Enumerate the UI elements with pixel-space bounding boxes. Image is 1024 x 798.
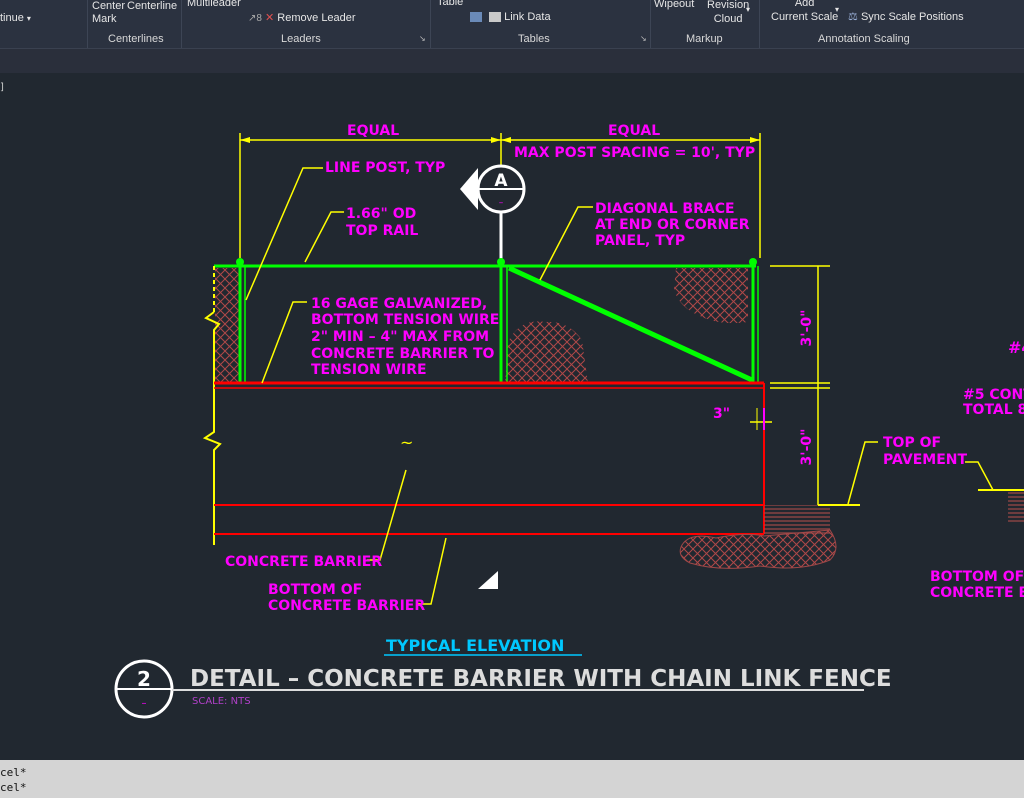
leader-tilde: ~ [400, 433, 413, 452]
leader-concrete-barrier [367, 469, 407, 561]
section-marker-sheet: – [499, 198, 504, 208]
leader-top-rail [304, 211, 344, 263]
viewport-bracket: ] [0, 82, 4, 93]
leader-tension-wire [261, 301, 307, 384]
chevron-down-icon: ▾ [26, 14, 31, 23]
center-mark-button[interactable]: Center Mark [92, 0, 125, 26]
continue-button[interactable]: tinue ▾ [0, 12, 31, 24]
chevron-down-icon[interactable]: ▾ [835, 5, 839, 14]
post-cap [749, 258, 757, 266]
top-rail-text-1: 1.66" OD [346, 206, 416, 222]
mesh-hatch-right [674, 268, 748, 324]
dim-3in-text: 3" [713, 406, 730, 422]
concrete-barrier-text: CONCRETE BARRIER [225, 554, 382, 570]
command-history-line: cel* [0, 781, 27, 794]
panel-title-annotation-scaling: Annotation Scaling [818, 33, 910, 45]
tension-wire-text-2: BOTTOM TENSION WIRE [311, 312, 499, 328]
bottom-barrier-text-1: BOTTOM OF [268, 582, 362, 598]
remove-leader-label: Remove Leader [277, 12, 356, 24]
post-cap [236, 258, 244, 266]
tension-wire-text-4: CONCRETE BARRIER TO [311, 346, 495, 362]
right-fragment-leader [965, 461, 994, 491]
drawing-svg: ] EQUAL EQUAL MAX POST SPACING = 10', TY… [0, 82, 1024, 719]
sync-scale-label: Sync Scale Positions [860, 11, 964, 23]
command-history-line: cel* [0, 766, 27, 779]
centerline-button[interactable]: Centerline [127, 0, 177, 12]
diagonal-brace-text-2: AT END OR CORNER [595, 217, 750, 233]
leader-icon: ↗8 [248, 13, 262, 24]
section-marker-letter: A [494, 171, 508, 191]
panel-title-centerlines: Centerlines [108, 33, 164, 45]
tension-wire-text-3: 2" MIN – 4" MAX FROM [311, 329, 489, 345]
ribbon: tinue ▾ Center Mark Centerline Centerlin… [0, 0, 1024, 48]
equal-left-text: EQUAL [347, 123, 399, 139]
sync-scale-icon: ⚖ [848, 11, 858, 23]
chevron-down-icon[interactable]: ▾ [746, 5, 750, 14]
wipeout-button[interactable]: Wipeout [654, 0, 694, 10]
equal-right-text: EQUAL [608, 123, 660, 139]
leader-line-post [245, 167, 323, 301]
tension-wire-text-5: TENSION WIRE [311, 362, 427, 378]
tension-wire-text-1: 16 GAGE GALVANIZED, [311, 296, 487, 312]
leader-diagonal-brace [539, 206, 593, 281]
section-arrow-icon [460, 168, 478, 210]
top-pavement-text-1: TOP OF [883, 435, 941, 451]
dim-text-upper: 3'-0" [799, 310, 815, 347]
link-data-button[interactable]: Link Data [470, 11, 551, 23]
panel-title-leaders: Leaders [281, 33, 321, 45]
panel-title-markup: Markup [686, 33, 723, 45]
post-cap [497, 258, 505, 266]
right-fragment-hatch [1008, 492, 1024, 522]
leader-top-pavement [847, 441, 878, 505]
bottom-barrier-text-2: CONCRETE BARRIER [268, 598, 425, 614]
multileader-button[interactable]: Multileader [187, 0, 241, 9]
continue-label: tinue [0, 12, 24, 24]
table-button[interactable]: Table [437, 0, 463, 8]
detail-scale: SCALE: NTS [192, 696, 251, 707]
panel-separator [430, 0, 431, 48]
extract-data-icon [470, 12, 482, 23]
remove-leader-button[interactable]: ↗8 ✕ Remove Leader [248, 11, 356, 24]
detail-title: DETAIL – CONCRETE BARRIER WITH CHAIN LIN… [190, 666, 892, 692]
drawing-canvas[interactable]: ] EQUAL EQUAL MAX POST SPACING = 10', TY… [0, 73, 1024, 760]
leader-bottom-barrier [416, 537, 447, 605]
typical-elevation-title: TYPICAL ELEVATION [386, 636, 564, 655]
add-current-scale-button[interactable]: Add Current Scale [771, 0, 838, 24]
dim-text-lower: 3'-0" [799, 429, 815, 466]
top-pavement-text-2: PAVEMENT [883, 452, 967, 468]
mesh-hatch-center [505, 321, 588, 384]
tables-launcher-icon[interactable]: ↘ [640, 34, 647, 43]
section-symbol-icon [478, 571, 498, 589]
right-fragment-bottom-2: CONCRETE B [930, 585, 1024, 601]
right-fragment-hash: #4 [1008, 338, 1024, 357]
remove-leader-icon: ✕ [265, 12, 275, 24]
panel-separator [650, 0, 651, 48]
detail-number: 2 [137, 667, 151, 691]
top-rail-text-2: TOP RAIL [346, 223, 418, 239]
link-data-icon [489, 12, 502, 23]
command-history: cel* cel* [0, 760, 1024, 798]
panel-separator [87, 0, 88, 48]
diagonal-brace-text-1: DIAGONAL BRACE [595, 201, 735, 217]
right-fragment-cont-1: #5 CONT [963, 387, 1024, 403]
right-fragment-bottom-1: BOTTOM OF [930, 569, 1024, 585]
max-post-spacing-text: MAX POST SPACING = 10', TYP [514, 145, 755, 161]
right-fragment-cont-2: TOTAL 8 [963, 402, 1024, 418]
diagonal-brace-text-3: PANEL, TYP [595, 233, 685, 249]
link-data-label: Link Data [504, 11, 551, 23]
gravel-hatch [679, 529, 837, 569]
leaders-launcher-icon[interactable]: ↘ [419, 34, 426, 43]
sync-scale-positions-button[interactable]: ⚖ Sync Scale Positions [848, 10, 964, 23]
panel-separator [181, 0, 182, 48]
file-tab-bar [0, 48, 1024, 73]
revision-cloud-button[interactable]: Revision Cloud [707, 0, 749, 26]
detail-sheet: – [142, 698, 147, 709]
panel-separator [759, 0, 760, 48]
panel-title-tables: Tables [518, 33, 550, 45]
line-post-text: LINE POST, TYP [325, 160, 445, 176]
